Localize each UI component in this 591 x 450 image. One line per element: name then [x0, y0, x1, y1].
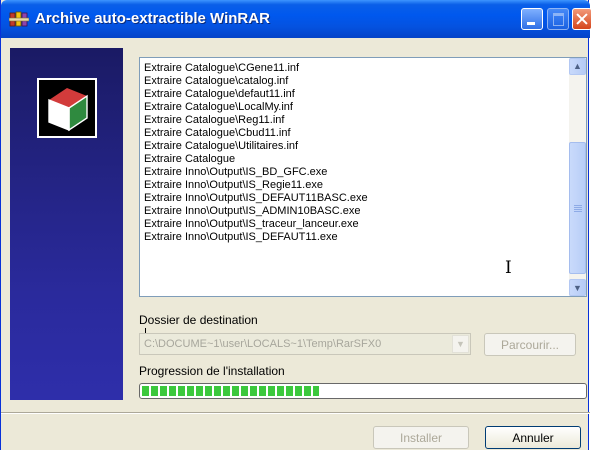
winrar-books-icon — [8, 10, 30, 28]
log-line: Extraire Inno\Output\IS_DEFAUT11.exe — [144, 231, 338, 243]
close-icon[interactable] — [572, 8, 591, 30]
log-line: Extraire Catalogue — [144, 153, 236, 165]
log-line: Extraire Inno\Output\IS_ADMIN10BASC.exe — [144, 205, 361, 217]
log-line: Extraire Catalogue\defaut11.inf — [144, 88, 295, 100]
scroll-down-button[interactable]: ▼ — [569, 279, 586, 296]
chevron-down-icon: ▼ — [573, 283, 582, 293]
maximize-icon — [547, 8, 569, 30]
log-line: Extraire Catalogue\LocalMy.inf — [144, 101, 293, 113]
destination-field: C:\DOCUME~1\user\LOCALS~1\Temp\RarSFX0 ▼ — [139, 333, 471, 355]
scroll-up-button[interactable]: ▲ — [569, 58, 586, 75]
title-bar[interactable]: Archive auto-extractible WinRAR — [1, 0, 591, 38]
install-button: Installer — [373, 426, 469, 449]
extraction-log[interactable]: Extraire Catalogue\CGene11.inf Extraire C… — [139, 57, 587, 340]
destination-value: C:\DOCUME~1\user\LOCALS~1\Temp\RarSFX0 — [144, 338, 382, 350]
browse-button: Parcourir... — [484, 333, 576, 356]
log-line: Extraire Catalogue\Cbud11.inf — [144, 127, 291, 139]
winrar-archive-logo-icon — [37, 78, 97, 138]
log-line: Extraire Catalogue\CGene11.inf — [144, 62, 300, 74]
destination-label: Dossier de destination — [139, 313, 258, 327]
log-line: Extraire Inno\Output\IS_DEFAUT11BASC.exe — [144, 192, 368, 204]
log-line: Extraire Inno\Output\IS_Regie11.exe — [144, 179, 323, 191]
installation-progress-bar — [139, 383, 587, 399]
progress-fill — [142, 386, 319, 396]
grip-icon — [574, 205, 582, 212]
cancel-button[interactable]: Annuler — [485, 426, 581, 449]
log-lines: Extraire Catalogue\CGene11.inf Extraire C… — [144, 62, 564, 244]
minimize-icon[interactable] — [521, 8, 543, 30]
log-line: Extraire Catalogue\Reg11.inf — [144, 114, 285, 126]
log-line: Extraire Catalogue\Utilitaires.inf — [144, 140, 299, 152]
sidebar-banner — [10, 48, 123, 400]
log-scrollbar[interactable]: ▲ ▼ — [569, 58, 586, 296]
ibeam-cursor-icon: I — [505, 258, 512, 278]
window-title: Archive auto-extractible WinRAR — [35, 10, 270, 27]
chevron-down-icon: ▼ — [452, 335, 469, 353]
footer-divider — [1, 412, 590, 414]
log-line: Extraire Inno\Output\IS_traceur_lanceur.… — [144, 218, 359, 230]
chevron-up-icon: ▲ — [573, 61, 582, 71]
installer-window: Archive auto-extractible WinRAR Extraire… — [0, 0, 591, 450]
log-line: Extraire Catalogue\catalog.inf — [144, 75, 289, 87]
progress-label: Progression de l'installation — [139, 364, 285, 378]
log-line: Extraire Inno\Output\IS_BD_GFC.exe — [144, 166, 328, 178]
scroll-thumb[interactable] — [569, 142, 586, 274]
